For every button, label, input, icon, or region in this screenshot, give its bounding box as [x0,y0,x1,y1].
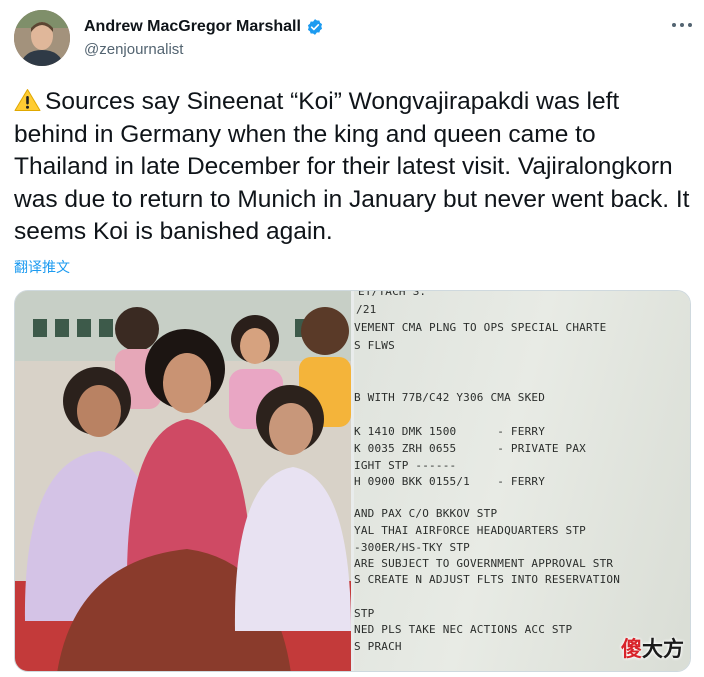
document-text: ET/TACH S. /21 VEMENT CMA PLNG TO OPS SP… [354,291,690,671]
document-line: K 1410 DMK 1500 - FERRY [354,425,546,438]
document-line: -300ER/HS-TKY STP [354,541,470,554]
document-line: S FLWS [354,339,395,352]
document-line: S CREATE N ADJUST FLTS INTO RESERVATION [354,573,621,586]
document-line: B WITH 77B/C42 Y306 CMA SKED [354,391,546,404]
verified-badge-icon [306,18,324,36]
people-photo-image [15,291,351,671]
document-line: ARE SUBJECT TO GOVERNMENT APPROVAL STR [354,557,614,570]
document-line: IGHT STP ------ [354,459,457,472]
document-line-top: ET/TACH S. [358,291,427,298]
avatar-photo [14,10,70,66]
warning-icon [14,88,41,112]
media-photo-people[interactable] [15,291,351,671]
document-line: VEMENT CMA PLNG TO OPS SPECIAL CHARTE [354,321,607,334]
watermark-logo: 傻大方 [621,638,684,661]
tweet-text: Sources say Sineenat “Koi” Wongvajirapak… [14,88,690,245]
author-handle[interactable]: @zenjournalist [84,41,183,58]
more-options-icon[interactable] [668,14,696,36]
document-line: K 0035 ZRH 0655 - PRIVATE PAX [354,442,586,455]
translate-tweet-link[interactable]: 翻译推文 [14,257,70,277]
document-line: STP [354,607,375,620]
document-line: NED PLS TAKE NEC ACTIONS ACC STP [354,623,573,636]
tweet-media[interactable]: ET/TACH S. /21 VEMENT CMA PLNG TO OPS SP… [14,290,691,672]
author-name-row: Andrew MacGregor Marshall [84,16,324,38]
media-photo-document[interactable]: ET/TACH S. /21 VEMENT CMA PLNG TO OPS SP… [354,291,690,671]
author-avatar[interactable] [14,10,70,66]
document-line: AND PAX C/O BKKOV STP [354,507,498,520]
document-line: /21 [356,303,377,316]
tweet-body: Sources say Sineenat “Koi” Wongvajirapak… [14,86,694,249]
document-line: H 0900 BKK 0155/1 - FERRY [354,475,546,488]
author-display-name[interactable]: Andrew MacGregor Marshall [84,18,301,36]
document-line: YAL THAI AIRFORCE HEADQUARTERS STP [354,524,586,537]
document-line: S PRACH [354,640,402,653]
